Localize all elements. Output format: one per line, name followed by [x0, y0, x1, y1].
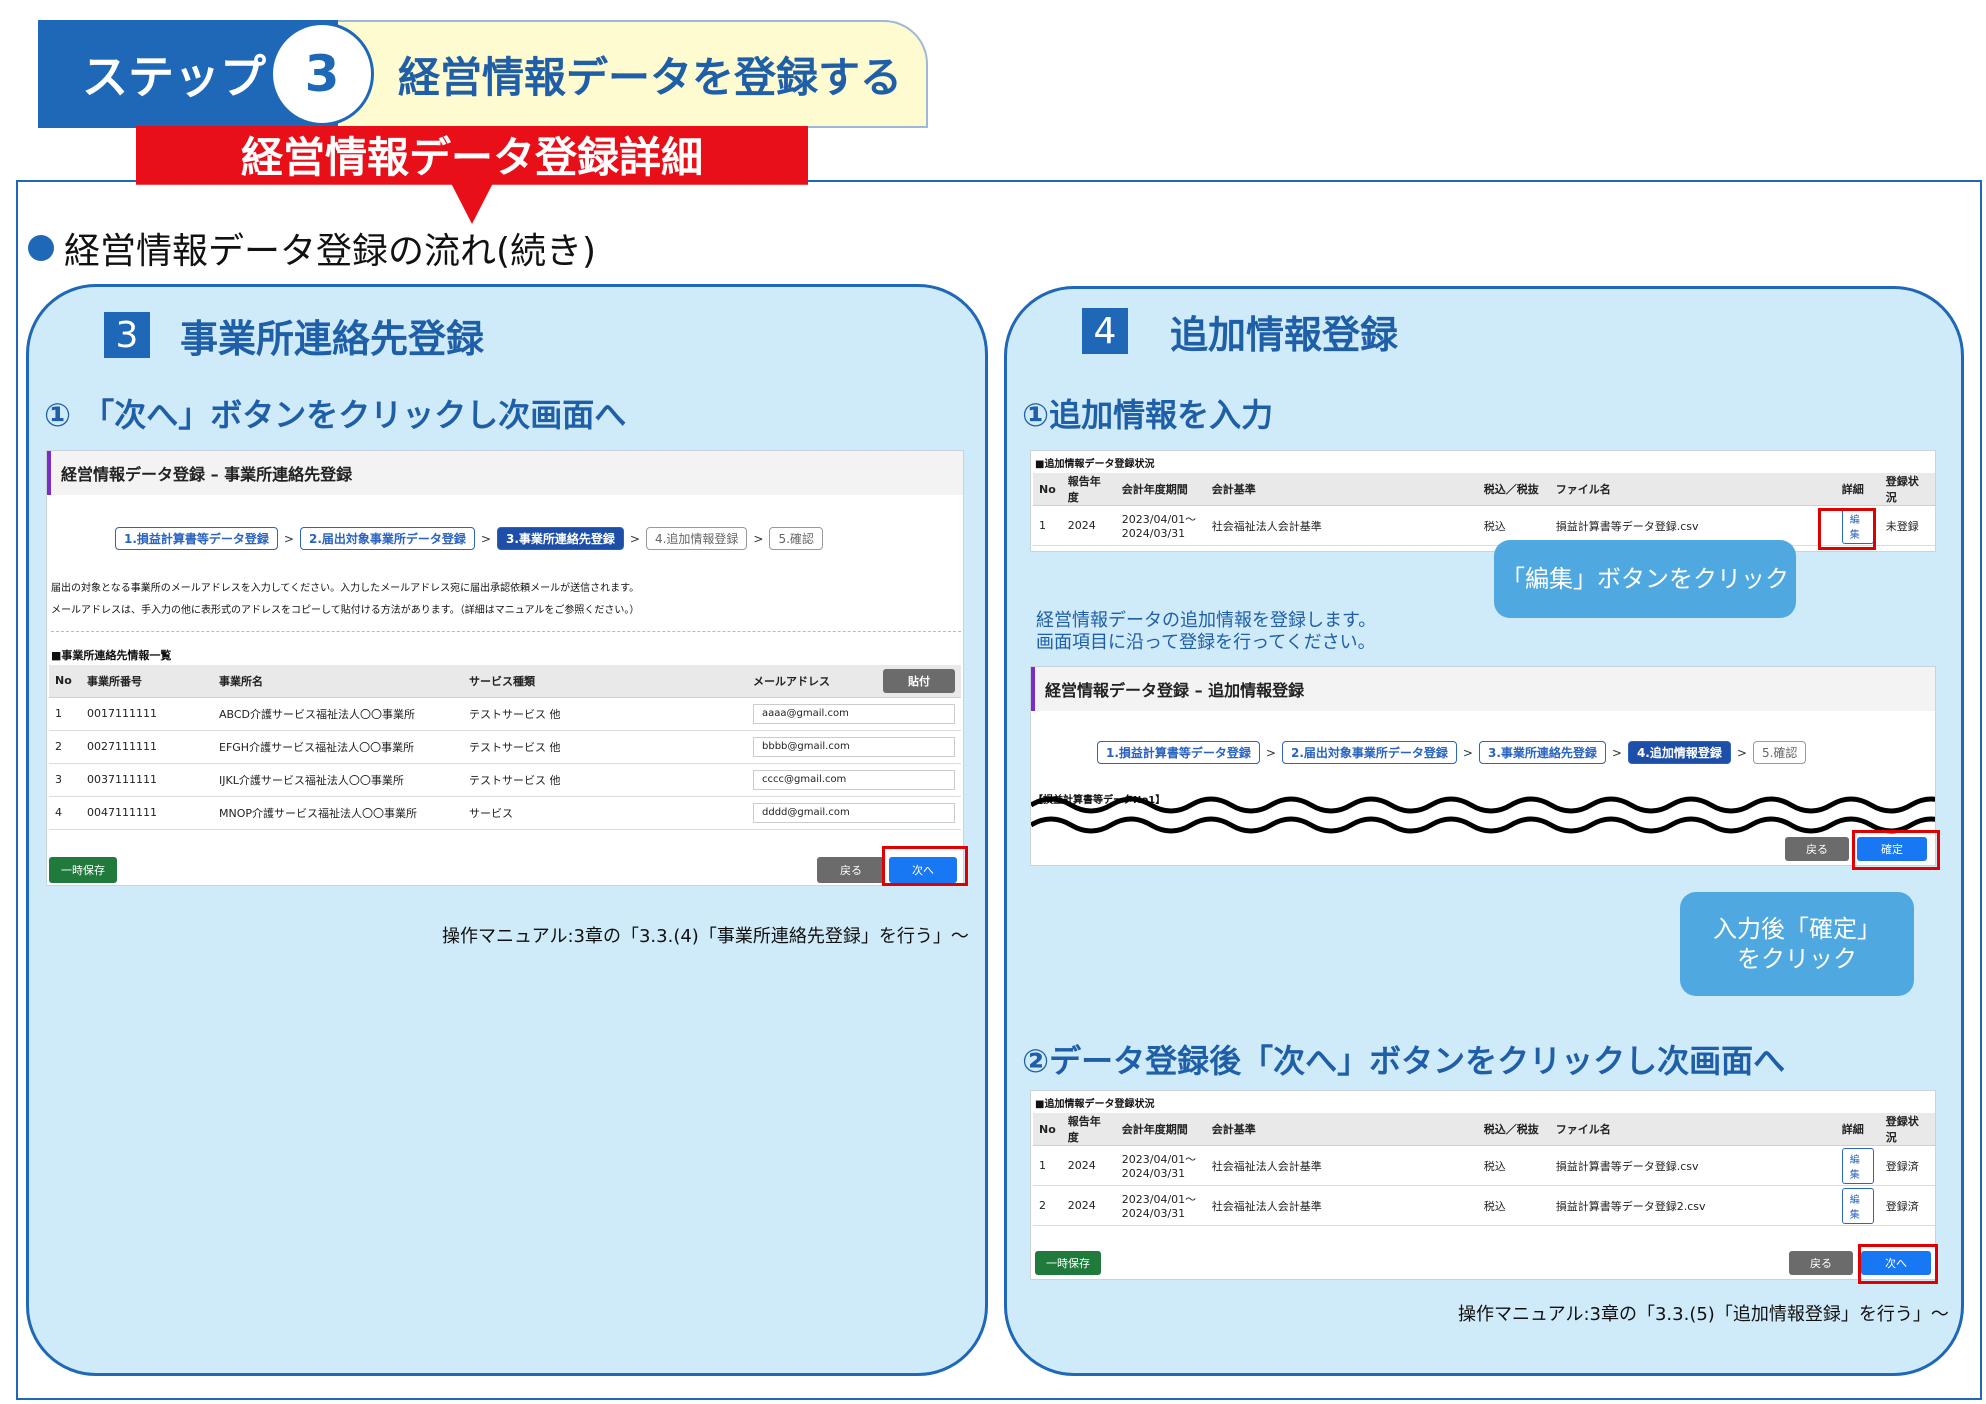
- progress-stepper: 1.損益計算書等データ登録 > 2.届出対象事業所データ登録 > 3.事業所連絡先登…: [115, 527, 823, 550]
- temp-save-button[interactable]: 一時保存: [49, 857, 117, 883]
- highlight-next: [1858, 1244, 1938, 1284]
- callout-edit: 「編集」ボタンをクリック: [1494, 540, 1796, 618]
- screenshot-office-contact: 経営情報データ登録 – 事業所連絡先登録 1.損益計算書等データ登録 > 2.届出…: [46, 450, 964, 886]
- manual-reference: 操作マニュアル:3章の「3.3.(5)「追加情報登録」を行う」～: [1458, 1304, 1949, 1325]
- bullet-icon: [28, 235, 54, 261]
- back-button[interactable]: 戻る: [1785, 837, 1849, 861]
- panel-number: 3: [104, 312, 150, 358]
- instruction: ① 「次へ」ボタンをクリックし次画面へ: [44, 396, 627, 434]
- highlight-next: [882, 846, 968, 886]
- screenshot-status-table-2: ■追加情報データ登録状況 No 報告年度 会計年度期間 会計基準 税込／税抜 フ…: [1030, 1090, 1936, 1280]
- table-row: 1 0017111111 ABCD介護サービス福祉法人〇〇事業所 テストサービス 他a…: [49, 697, 961, 731]
- step-1[interactable]: 1.損益計算書等データ登録: [115, 527, 278, 550]
- highlight-confirm: [1852, 830, 1940, 870]
- step-title: 経営情報データを登録する: [330, 20, 928, 128]
- callout-confirm: 入力後「確定」 をクリック: [1680, 892, 1914, 996]
- contact-table: No 事業所番号 事業所名 サービス種類 メールアドレス 貼付 1 00171111…: [49, 665, 961, 830]
- step-number: 3: [270, 22, 374, 126]
- step-1[interactable]: 1.損益計算書等データ登録: [1097, 741, 1260, 764]
- description: 届出の対象となる事業所のメールアドレスを入力してください。入力したメールアドレス…: [51, 583, 640, 594]
- table-row: 4 0047111111 MNOP介護サービス福祉法人〇〇事業所 サービス dddd@g…: [49, 796, 961, 830]
- step-3[interactable]: 3.事業所連絡先登録: [1478, 741, 1606, 764]
- step1-heading: ①追加情報を入力: [1022, 396, 1274, 434]
- table-row: 2 0027111111 EFGH介護サービス福祉法人〇〇事業所 テストサービス 他b…: [49, 730, 961, 764]
- highlight-edit: [1818, 508, 1876, 550]
- step-5[interactable]: 5.確認: [769, 527, 823, 550]
- edit-button[interactable]: 編集: [1841, 1187, 1874, 1224]
- table-row: 3 0037111111 IJKL介護サービス福祉法人〇〇事業所 テストサービス 他c…: [49, 763, 961, 797]
- screenshot-status-table: ■追加情報データ登録状況 No 報告年度 会計年度期間 会計基準 税込／税抜 フ…: [1030, 450, 1936, 552]
- step-2[interactable]: 2.届出対象事業所データ登録: [1281, 741, 1457, 764]
- progress-stepper: 1.損益計算書等データ登録 > 2.届出対象事業所データ登録 > 3.事業所連絡先登…: [1097, 741, 1807, 764]
- banner-title: 経営情報データ登録詳細: [240, 133, 703, 182]
- additional-info-table: No 報告年度 会計年度期間 会計基準 税込／税抜 ファイル名 詳細 登録状況 …: [1033, 473, 1935, 546]
- edit-button[interactable]: 編集: [1841, 1147, 1874, 1184]
- back-button[interactable]: 戻る: [817, 857, 885, 883]
- screen-title: 経営情報データ登録 – 事業所連絡先登録: [47, 451, 963, 495]
- table-row: 2 2024 2023/04/01～ 2024/03/31 社会福祉法人会計基準 税込…: [1033, 1185, 1935, 1226]
- temp-save-button[interactable]: 一時保存: [1035, 1251, 1101, 1275]
- step-4[interactable]: 4.追加情報登録: [1627, 741, 1731, 764]
- panel-number: 4: [1082, 308, 1128, 354]
- table-title: ■事業所連絡先情報一覧: [51, 649, 172, 662]
- step-3[interactable]: 3.事業所連絡先登録: [496, 527, 624, 550]
- manual-reference: 操作マニュアル:3章の「3.3.(4)「事業所連絡先登録」を行う」～: [442, 926, 969, 947]
- step-2[interactable]: 2.届出対象事業所データ登録: [299, 527, 475, 550]
- panel-title: 追加情報登録: [1170, 313, 1399, 357]
- table-row: 1 2024 2023/04/01～ 2024/03/31 社会福祉法人会計基準 税込…: [1033, 1145, 1935, 1186]
- step-5[interactable]: 5.確認: [1752, 741, 1807, 764]
- step2-heading: ②データ登録後「次へ」ボタンをクリックし次画面へ: [1022, 1042, 1786, 1080]
- table-row: 1 2024 2023/04/01～ 2024/03/31 社会福祉法人会計基準 税込…: [1033, 505, 1935, 546]
- email-field[interactable]: cccc@gmail.com: [753, 769, 955, 790]
- email-field[interactable]: aaaa@gmail.com: [753, 703, 955, 724]
- additional-info-table-2: No 報告年度 会計年度期間 会計基準 税込／税抜 ファイル名 詳細 登録状況 …: [1033, 1113, 1935, 1226]
- info-text: 画面項目に沿って登録を行ってください。: [1036, 632, 1376, 653]
- screenshot-additional-info: 経営情報データ登録 – 追加情報登録 1.損益計算書等データ登録 > 2.届出対象…: [1030, 666, 1936, 866]
- wavy-cut: [1031, 796, 1935, 834]
- step-4[interactable]: 4.追加情報登録: [645, 527, 748, 550]
- description: メールアドレスは、手入力の他に表形式のアドレスをコピーして貼付ける方法があります…: [51, 605, 640, 616]
- screen-title: 経営情報データ登録 – 追加情報登録: [1031, 667, 1935, 711]
- flow-heading: 経営情報データ登録の流れ(続き): [28, 222, 596, 274]
- back-button[interactable]: 戻る: [1789, 1251, 1853, 1275]
- email-field[interactable]: dddd@gmail.com: [753, 802, 955, 823]
- email-field[interactable]: bbbb@gmail.com: [753, 736, 955, 757]
- panel-title: 事業所連絡先登録: [180, 317, 485, 361]
- paste-button[interactable]: 貼付: [883, 668, 955, 693]
